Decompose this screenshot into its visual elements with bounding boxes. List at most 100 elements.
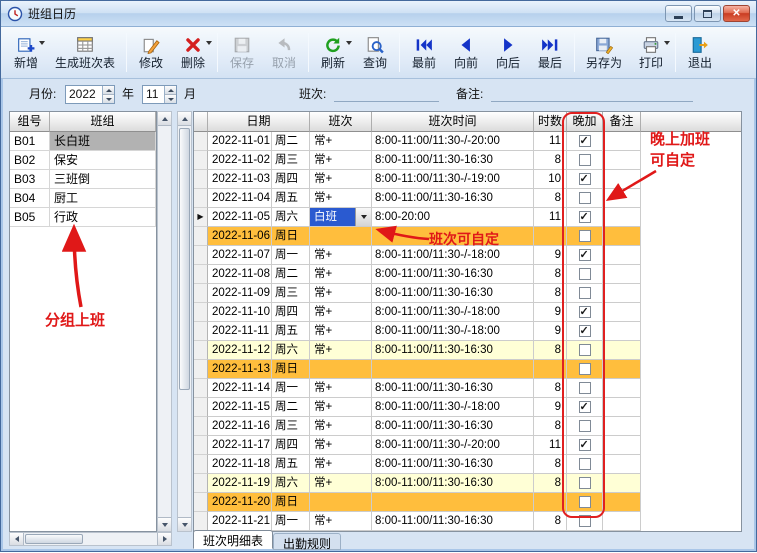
calendar-row[interactable]: 2022-11-06周日 [194, 227, 741, 246]
toolbar-button-print[interactable]: 打印 [630, 29, 672, 76]
scroll-thumb[interactable] [25, 534, 83, 544]
evening-overtime-checkbox[interactable] [579, 268, 591, 280]
scroll-track[interactable] [24, 533, 157, 545]
maximize-button[interactable] [694, 5, 721, 22]
evening-overtime-checkbox[interactable] [579, 135, 591, 147]
calendar-row[interactable]: ▶2022-11-05周六白班8:00-20:0011 [194, 208, 741, 227]
calendar-row[interactable]: 2022-11-08周二常+8:00-11:00/11:30-16:308 [194, 265, 741, 284]
scroll-thumb[interactable] [179, 128, 190, 390]
combobox-dropdown-button[interactable] [355, 208, 371, 226]
calendar-vscrollbar[interactable] [177, 111, 192, 532]
tab-attendance-rules[interactable]: 出勤规则 [273, 533, 341, 550]
evening-overtime-checkbox[interactable] [579, 192, 591, 204]
evening-overtime-checkbox[interactable] [579, 458, 591, 470]
calendar-row[interactable]: 2022-11-01周二常+8:00-11:00/11:30-/-20:0011 [194, 132, 741, 151]
calendar-row[interactable]: 2022-11-02周三常+8:00-11:00/11:30-16:308 [194, 151, 741, 170]
scroll-left-button[interactable] [10, 533, 24, 545]
close-button[interactable]: ✕ [723, 5, 750, 22]
calendar-row[interactable]: 2022-11-11周五常+8:00-11:00/11:30-/-18:009 [194, 322, 741, 341]
group-row[interactable]: B02保安 [10, 151, 156, 170]
scroll-up-button[interactable] [158, 112, 171, 126]
group-list-vscrollbar[interactable] [157, 111, 172, 532]
note-filter-input[interactable] [491, 86, 693, 102]
calendar-row[interactable]: 2022-11-15周二常+8:00-11:00/11:30-/-18:009 [194, 398, 741, 417]
calendar-row[interactable]: 2022-11-16周三常+8:00-11:00/11:30-16:308 [194, 417, 741, 436]
toolbar-button-first[interactable]: 最前 [403, 29, 445, 76]
group-row[interactable]: B01长白班 [10, 132, 156, 151]
toolbar-button-generate[interactable]: 生成班次表 [47, 29, 123, 76]
toolbar-button-delete[interactable]: 删除 [172, 29, 214, 76]
group-row[interactable]: B03三班倒 [10, 170, 156, 189]
scroll-track[interactable] [178, 126, 191, 517]
group-row[interactable]: B04厨工 [10, 189, 156, 208]
scroll-up-button[interactable] [178, 112, 191, 126]
year-spinner[interactable]: 2022 [65, 85, 115, 104]
dropdown-arrow-icon[interactable] [664, 41, 670, 45]
titlebar[interactable]: 班组日历 ✕ [1, 1, 756, 27]
evening-overtime-checkbox[interactable] [579, 420, 591, 432]
calendar-row[interactable]: 2022-11-19周六常+8:00-11:00/11:30-16:308 [194, 474, 741, 493]
group-row[interactable]: B05行政 [10, 208, 156, 227]
toolbar-button-modify[interactable]: 修改 [130, 29, 172, 76]
spin-down-icon[interactable] [103, 95, 114, 103]
evening-overtime-checkbox[interactable] [579, 382, 591, 394]
evening-overtime-checkbox[interactable] [579, 401, 591, 413]
evening-overtime-checkbox[interactable] [579, 496, 591, 508]
shift-cell-combobox[interactable]: 白班 [310, 208, 372, 227]
evening-overtime-checkbox[interactable] [579, 515, 591, 527]
evening-overtime-checkbox[interactable] [579, 173, 591, 185]
spin-up-icon[interactable] [103, 86, 114, 95]
toolbar-button-prev[interactable]: 向前 [445, 29, 487, 76]
year-spin-buttons[interactable] [102, 86, 114, 103]
calendar-row[interactable]: 2022-11-20周日 [194, 493, 741, 512]
toolbar-button-query[interactable]: 查询 [354, 29, 396, 76]
evening-overtime-checkbox[interactable] [579, 325, 591, 337]
shift-filter-input[interactable] [334, 86, 439, 102]
spin-down-icon[interactable] [165, 95, 176, 103]
calendar-row[interactable]: 2022-11-14周一常+8:00-11:00/11:30-16:308 [194, 379, 741, 398]
evening-overtime-checkbox[interactable] [579, 211, 591, 223]
month-spinner[interactable]: 11 [142, 85, 177, 104]
scroll-right-button[interactable] [157, 533, 171, 545]
evening-overtime-checkbox[interactable] [579, 230, 591, 242]
calendar-row[interactable]: 2022-11-13周日 [194, 360, 741, 379]
toolbar-button-exit[interactable]: 退出 [679, 29, 721, 76]
toolbar-button-cancel: 取消 [263, 29, 305, 76]
calendar-row[interactable]: 2022-11-03周四常+8:00-11:00/11:30-/-19:0010 [194, 170, 741, 189]
evening-overtime-checkbox[interactable] [579, 249, 591, 261]
toolbar-button-refresh[interactable]: 刷新 [312, 29, 354, 76]
evening-overtime-checkbox[interactable] [579, 344, 591, 356]
scroll-down-button[interactable] [158, 517, 171, 531]
evening-overtime-checkbox[interactable] [579, 306, 591, 318]
toolbar-button-saveas[interactable]: 另存为 [578, 29, 630, 76]
tab-shift-detail[interactable]: 班次明细表 [193, 530, 273, 549]
group-list-hscrollbar[interactable] [9, 532, 172, 546]
evening-overtime-checkbox[interactable] [579, 154, 591, 166]
evening-overtime-checkbox[interactable] [579, 287, 591, 299]
dropdown-arrow-icon[interactable] [346, 41, 352, 45]
calendar-row[interactable]: 2022-11-10周四常+8:00-11:00/11:30-/-18:009 [194, 303, 741, 322]
month-spin-buttons[interactable] [164, 86, 176, 103]
hours-cell: 10 [534, 170, 567, 189]
calendar-row[interactable]: 2022-11-07周一常+8:00-11:00/11:30-/-18:009 [194, 246, 741, 265]
dropdown-arrow-icon[interactable] [206, 41, 212, 45]
toolbar-button-next[interactable]: 向后 [487, 29, 529, 76]
app-icon [7, 6, 23, 22]
calendar-row[interactable]: 2022-11-04周五常+8:00-11:00/11:30-16:308 [194, 189, 741, 208]
scroll-track[interactable] [158, 126, 171, 517]
date-cell: 2022-11-19 [208, 474, 272, 493]
evening-overtime-checkbox[interactable] [579, 477, 591, 489]
minimize-button[interactable] [665, 5, 692, 22]
calendar-row[interactable]: 2022-11-12周六常+8:00-11:00/11:30-16:308 [194, 341, 741, 360]
calendar-row[interactable]: 2022-11-18周五常+8:00-11:00/11:30-16:308 [194, 455, 741, 474]
toolbar-button-new[interactable]: 新增 [5, 29, 47, 76]
spin-up-icon[interactable] [165, 86, 176, 95]
calendar-row[interactable]: 2022-11-17周四常+8:00-11:00/11:30-/-20:0011 [194, 436, 741, 455]
calendar-row[interactable]: 2022-11-09周三常+8:00-11:00/11:30-16:308 [194, 284, 741, 303]
dropdown-arrow-icon[interactable] [39, 41, 45, 45]
evening-overtime-checkbox[interactable] [579, 363, 591, 375]
toolbar-button-last[interactable]: 最后 [529, 29, 571, 76]
scroll-down-button[interactable] [178, 517, 191, 531]
calendar-row[interactable]: 2022-11-21周一常+8:00-11:00/11:30-16:308 [194, 512, 741, 531]
evening-overtime-checkbox[interactable] [579, 439, 591, 451]
